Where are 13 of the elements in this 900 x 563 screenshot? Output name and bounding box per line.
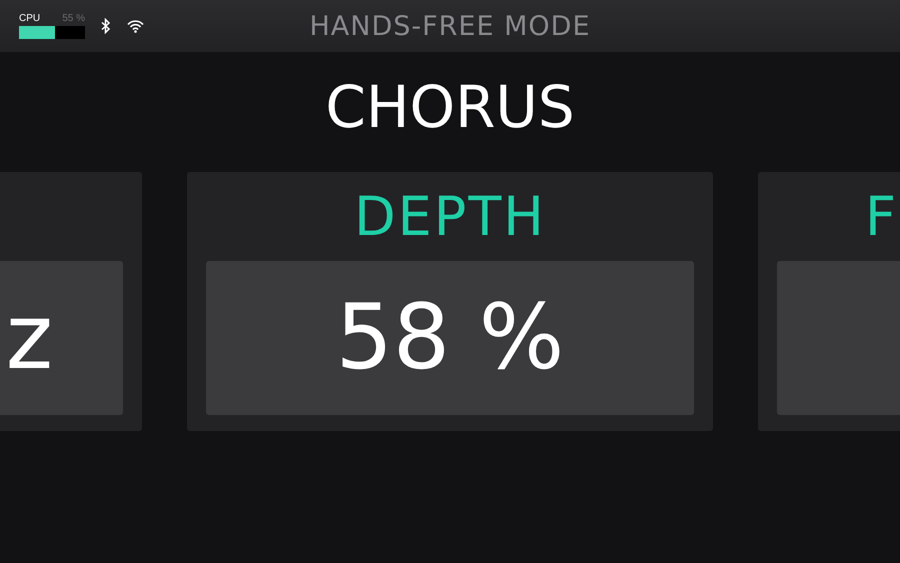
- parameter-label: DEPTH: [354, 184, 546, 248]
- parameter-label: F: [865, 184, 898, 248]
- parameter-card[interactable]: F: [758, 172, 900, 431]
- wifi-icon: [127, 20, 144, 32]
- effect-name: CHORUS: [324, 76, 576, 140]
- bluetooth-icon: [101, 18, 111, 34]
- cpu-label: CPU: [19, 13, 40, 24]
- parameter-card[interactable]: DEPTH 58 %: [187, 172, 713, 431]
- cpu-reading: 55 %: [62, 13, 85, 24]
- parameter-value: 58 %: [336, 285, 564, 390]
- parameter-card[interactable]: z: [0, 172, 142, 431]
- parameter-value: z: [6, 285, 53, 390]
- mode-title: HANDS-FREE MODE: [309, 10, 591, 42]
